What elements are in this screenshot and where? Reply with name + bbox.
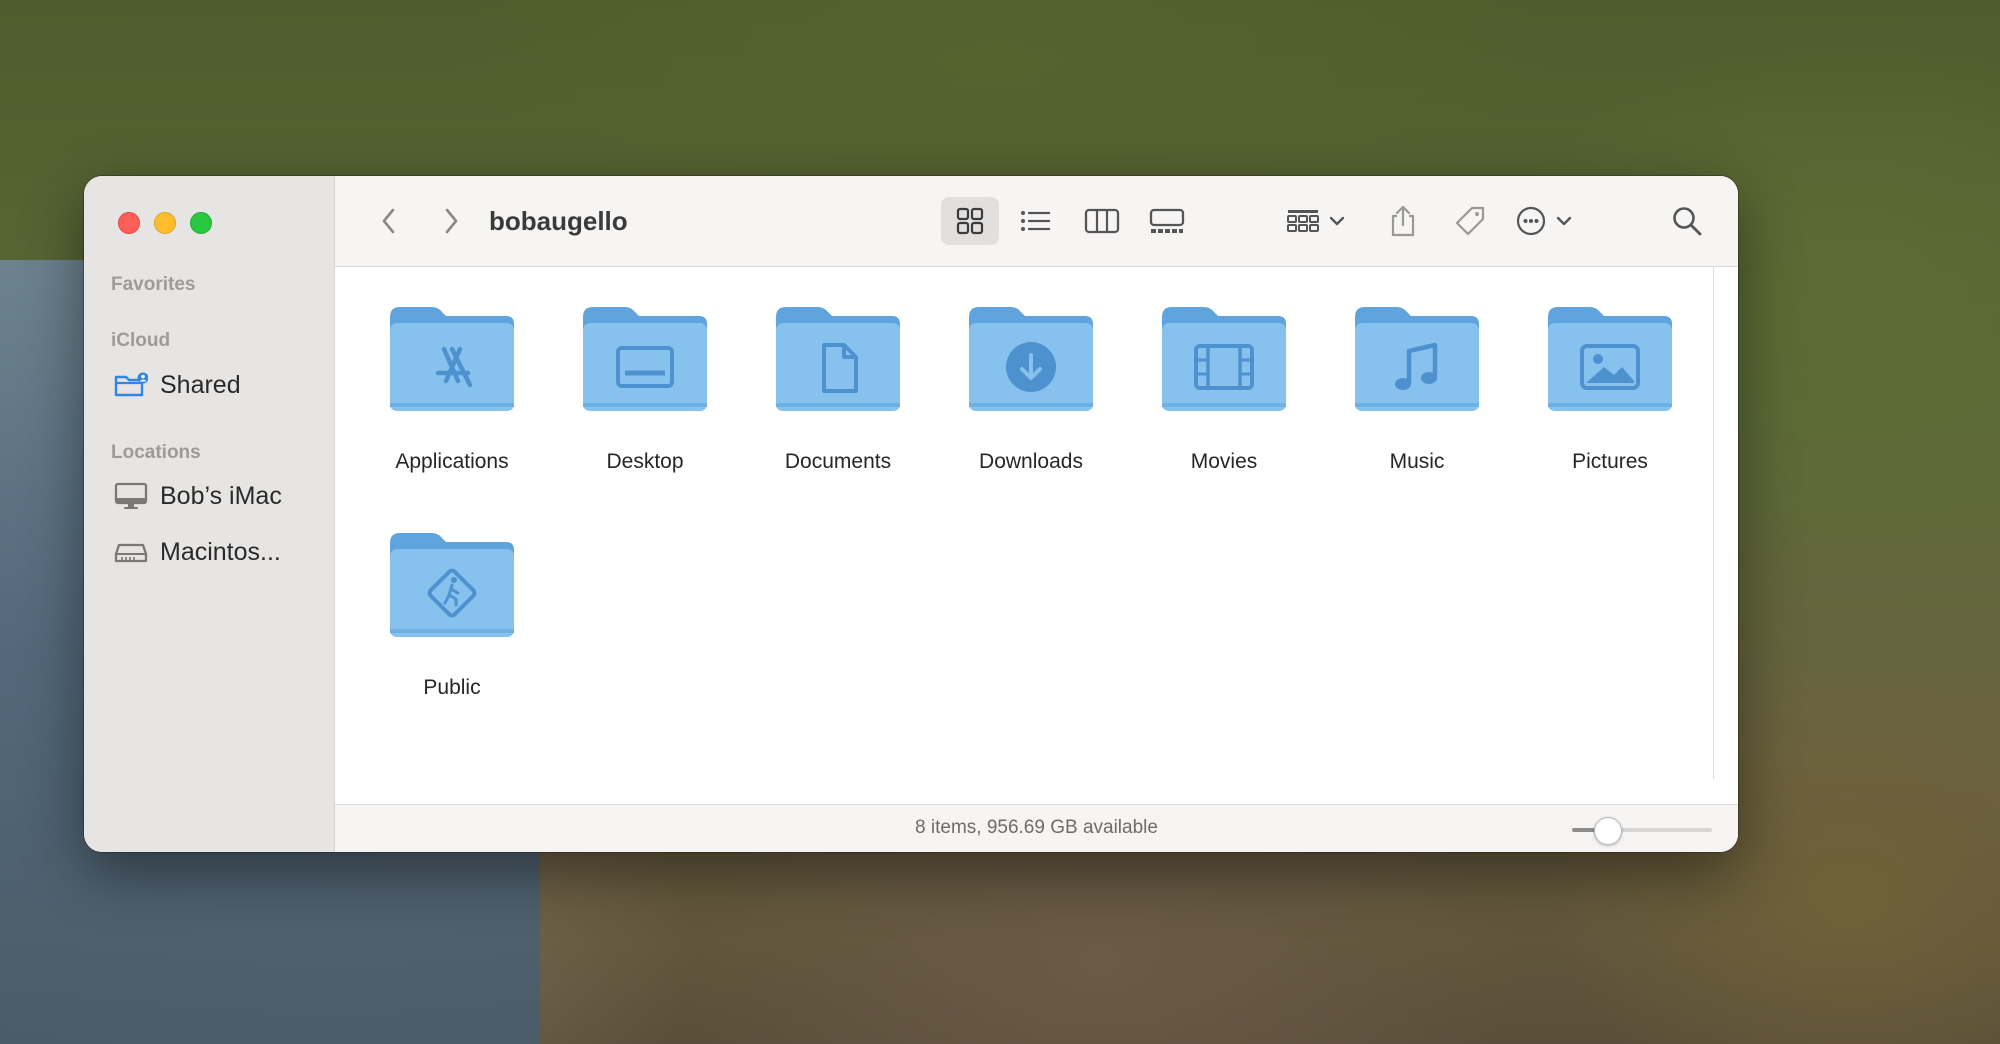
column-view-button[interactable] xyxy=(1073,197,1131,245)
sidebar-section-locations[interactable]: Locations xyxy=(111,442,201,464)
group-button[interactable] xyxy=(1283,197,1355,245)
toolbar: bobaugello xyxy=(335,176,1738,267)
status-text: 8 items, 956.69 GB available xyxy=(915,817,1158,838)
folder-label: Movies xyxy=(1190,450,1258,473)
sidebar-item-label: Shared xyxy=(160,370,241,399)
movies-folder-icon xyxy=(1158,303,1290,415)
list-icon xyxy=(1021,211,1051,231)
list-view-button[interactable] xyxy=(1006,197,1064,245)
icon-size-slider-knob[interactable] xyxy=(1594,817,1622,845)
folder-label: Downloads xyxy=(979,450,1083,473)
folder-pictures[interactable]: Pictures xyxy=(1525,303,1695,474)
pictures-folder-icon xyxy=(1544,303,1676,415)
hard-drive-icon xyxy=(114,543,148,563)
documents-folder-icon xyxy=(772,303,904,415)
chevron-right-icon xyxy=(445,208,458,234)
gallery-icon xyxy=(1149,208,1185,233)
finder-window: Favorites iCloud Shared Locations Bob’s … xyxy=(84,176,1738,852)
zoom-button[interactable] xyxy=(190,212,212,234)
sidebar: Favorites iCloud Shared Locations Bob’s … xyxy=(84,176,335,852)
downloads-folder-icon xyxy=(965,303,1097,415)
desktop-folder-icon xyxy=(579,303,711,415)
icon-grid-icon xyxy=(956,207,984,235)
sidebar-item-shared[interactable]: Shared xyxy=(114,368,241,402)
sidebar-item-macintosh-hd[interactable]: Macintos... xyxy=(114,535,281,569)
tag-icon xyxy=(1455,206,1485,236)
sidebar-section-favorites[interactable]: Favorites xyxy=(111,274,195,296)
folder-movies[interactable]: Movies xyxy=(1139,303,1309,474)
folder-label: Music xyxy=(1389,450,1445,473)
more-icon xyxy=(1516,206,1572,236)
window-title: bobaugello xyxy=(489,206,628,236)
icon-size-slider[interactable] xyxy=(1572,817,1712,845)
share-button[interactable] xyxy=(1379,197,1427,245)
sidebar-item-label: Bob’s iMac xyxy=(160,481,282,510)
search-button[interactable] xyxy=(1663,197,1711,245)
applications-folder-icon xyxy=(386,303,518,415)
music-folder-icon xyxy=(1351,303,1483,415)
more-actions-button[interactable] xyxy=(1513,197,1585,245)
search-icon xyxy=(1673,207,1702,236)
sidebar-item-label: Macintos... xyxy=(160,537,281,566)
tag-button[interactable] xyxy=(1446,197,1494,245)
window-controls xyxy=(118,212,212,234)
folder-public[interactable]: Public xyxy=(367,529,537,700)
forward-button[interactable] xyxy=(433,203,469,239)
folder-label: Applications xyxy=(395,450,509,473)
shared-folder-icon xyxy=(114,372,148,397)
folder-applications[interactable]: Applications xyxy=(367,303,537,474)
icon-view-button[interactable] xyxy=(941,197,999,245)
public-folder-icon xyxy=(386,529,518,641)
minimize-button[interactable] xyxy=(154,212,176,234)
status-bar: 8 items, 956.69 GB available xyxy=(335,804,1738,852)
folder-label: Public xyxy=(423,676,481,699)
sidebar-item-bobs-imac[interactable]: Bob’s iMac xyxy=(114,479,282,513)
gallery-view-button[interactable] xyxy=(1138,197,1196,245)
file-grid: Applications Desktop Documents Downloads… xyxy=(335,267,1714,779)
folder-label: Documents xyxy=(784,450,892,473)
folder-label: Pictures xyxy=(1572,450,1648,473)
imac-icon xyxy=(114,482,148,509)
chevron-left-icon xyxy=(382,208,395,234)
folder-desktop[interactable]: Desktop xyxy=(560,303,730,474)
close-button[interactable] xyxy=(118,212,140,234)
folder-music[interactable]: Music xyxy=(1332,303,1502,474)
folder-downloads[interactable]: Downloads xyxy=(946,303,1116,474)
back-button[interactable] xyxy=(371,203,407,239)
columns-icon xyxy=(1084,208,1120,234)
group-icon xyxy=(1287,210,1345,232)
folder-documents[interactable]: Documents xyxy=(753,303,923,474)
sidebar-section-icloud[interactable]: iCloud xyxy=(111,330,170,352)
folder-label: Desktop xyxy=(606,450,684,473)
share-icon xyxy=(1391,205,1415,237)
main-pane: bobaugello Applications Desktop Document… xyxy=(335,176,1738,852)
